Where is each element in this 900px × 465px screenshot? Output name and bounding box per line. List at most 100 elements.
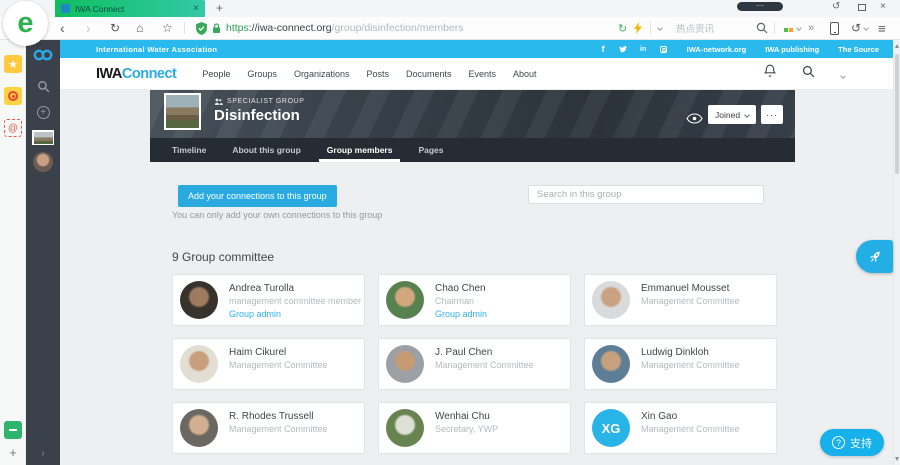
nav-search-icon[interactable] bbox=[802, 65, 815, 83]
menu-item-about[interactable]: About bbox=[513, 69, 537, 79]
security-shield-icon[interactable] bbox=[196, 17, 207, 39]
share-rocket-button[interactable] bbox=[856, 240, 893, 273]
mobile-phone-icon[interactable] bbox=[830, 17, 839, 39]
menu-item-posts[interactable]: Posts bbox=[366, 69, 389, 79]
menu-item-events[interactable]: Events bbox=[469, 69, 497, 79]
member-name[interactable]: Xin Gao bbox=[641, 411, 677, 422]
group-logo[interactable] bbox=[164, 93, 201, 130]
favorites-star-icon[interactable]: ★ bbox=[4, 55, 22, 73]
tab-pages[interactable]: Pages bbox=[418, 138, 443, 162]
menu-item-people[interactable]: People bbox=[202, 69, 230, 79]
menu-item-organizations[interactable]: Organizations bbox=[294, 69, 350, 79]
member-avatar[interactable] bbox=[180, 281, 218, 319]
forward-icon[interactable]: › bbox=[86, 17, 91, 39]
member-name[interactable]: R. Rhodes Trussell bbox=[229, 411, 313, 422]
add-sidebar-item-icon[interactable]: + bbox=[4, 443, 22, 461]
weibo-icon[interactable] bbox=[4, 87, 22, 105]
member-avatar[interactable] bbox=[592, 281, 630, 319]
browser-tab-active[interactable]: IWA Connect × bbox=[55, 0, 205, 17]
window-close-icon[interactable]: × bbox=[880, 1, 886, 12]
group-admin-link[interactable]: Group admin bbox=[229, 309, 281, 319]
apps-chevron-icon[interactable] bbox=[797, 17, 801, 39]
member-avatar[interactable] bbox=[386, 281, 424, 319]
back-icon[interactable]: ‹ bbox=[60, 17, 65, 39]
address-url[interactable]: https://iwa-connect.org/group/disinfecti… bbox=[226, 17, 464, 39]
member-name[interactable]: Andrea Turolla bbox=[229, 283, 294, 294]
mention-at-icon[interactable]: @ bbox=[4, 119, 22, 137]
bookmark-star-icon[interactable]: ☆ bbox=[162, 17, 173, 39]
page-scrollbar[interactable] bbox=[893, 40, 900, 465]
member-avatar[interactable] bbox=[180, 409, 218, 447]
rail-search-icon[interactable] bbox=[26, 80, 60, 93]
notes-icon[interactable] bbox=[4, 421, 22, 439]
browser-menu-logo[interactable]: e bbox=[3, 1, 48, 46]
member-name[interactable]: Wenhai Chu bbox=[435, 411, 490, 422]
instagram-icon[interactable] bbox=[659, 46, 668, 53]
tab-close-icon[interactable]: × bbox=[193, 4, 199, 14]
rail-collapse-icon[interactable]: › bbox=[26, 448, 60, 459]
member-name[interactable]: J. Paul Chen bbox=[435, 347, 492, 358]
group-admin-link[interactable]: Group admin bbox=[435, 309, 487, 319]
menu-item-documents[interactable]: Documents bbox=[406, 69, 452, 79]
twitter-icon[interactable] bbox=[619, 46, 628, 53]
member-avatar[interactable] bbox=[386, 345, 424, 383]
topbar-link-network[interactable]: IWA-network.org bbox=[687, 45, 747, 54]
site-logo[interactable]: IWAConnect bbox=[96, 66, 176, 82]
member-name[interactable]: Chao Chen bbox=[435, 283, 486, 294]
scrollbar-up-arrow[interactable] bbox=[895, 44, 899, 48]
member-name[interactable]: Ludwig Dinkloh bbox=[641, 347, 709, 358]
member-card[interactable]: Ludwig Dinkloh Management Committee bbox=[584, 338, 777, 390]
watch-eye-icon[interactable] bbox=[686, 111, 703, 129]
topbar-link-publishing[interactable]: IWA publishing bbox=[765, 45, 819, 54]
linkedin-icon[interactable]: in bbox=[639, 46, 648, 53]
tab-group-members[interactable]: Group members bbox=[327, 138, 393, 162]
menu-icon[interactable]: ≡ bbox=[878, 17, 886, 39]
undo-chevron-icon[interactable] bbox=[864, 17, 868, 39]
member-card[interactable]: Wenhai Chu Secretary, YWP bbox=[378, 402, 571, 454]
topbar-link-source[interactable]: The Source bbox=[838, 45, 879, 54]
member-card[interactable]: Haim Cikurel Management Committee bbox=[172, 338, 365, 390]
window-restore-icon[interactable]: ↺ bbox=[832, 1, 840, 12]
home-icon[interactable]: ⌂ bbox=[136, 17, 143, 39]
tab-timeline[interactable]: Timeline bbox=[172, 138, 206, 162]
member-card[interactable]: Andrea Turolla management committee memb… bbox=[172, 274, 365, 326]
lightning-icon[interactable] bbox=[634, 17, 642, 39]
member-card[interactable]: Chao Chen Chairman Group admin bbox=[378, 274, 571, 326]
member-name[interactable]: Emmanuel Mousset bbox=[641, 283, 729, 294]
window-maximize-icon[interactable] bbox=[858, 4, 866, 11]
hot-search-suggestion[interactable]: 热点资讯 bbox=[676, 17, 714, 39]
group-search-input[interactable] bbox=[528, 185, 764, 204]
joined-button[interactable]: Joined bbox=[708, 105, 756, 124]
more-extensions-icon[interactable]: » bbox=[808, 17, 814, 39]
scrollbar-down-arrow[interactable] bbox=[895, 457, 899, 461]
scrollbar-thumb[interactable] bbox=[895, 54, 899, 174]
member-name[interactable]: Haim Cikurel bbox=[229, 347, 286, 358]
iwa-connect-logo-icon[interactable] bbox=[26, 49, 60, 61]
user-avatar[interactable] bbox=[26, 152, 60, 172]
rail-add-icon[interactable]: + bbox=[26, 106, 60, 119]
support-button[interactable]: ? 支持 bbox=[820, 429, 884, 456]
member-avatar[interactable]: XG bbox=[592, 409, 630, 447]
auto-refresh-icon[interactable]: ↻ bbox=[618, 17, 627, 39]
member-avatar[interactable] bbox=[592, 345, 630, 383]
search-icon[interactable] bbox=[756, 17, 768, 39]
menu-item-groups[interactable]: Groups bbox=[247, 69, 277, 79]
refresh-icon[interactable]: ↻ bbox=[110, 17, 120, 39]
profile-menu-chevron-icon[interactable] bbox=[841, 65, 845, 83]
member-avatar[interactable] bbox=[180, 345, 218, 383]
add-connections-button[interactable]: Add your connections to this group bbox=[178, 185, 337, 207]
undo-icon[interactable]: ↺ bbox=[851, 17, 861, 39]
facebook-icon[interactable]: f bbox=[599, 44, 608, 54]
recorder-pill[interactable]: ⋯ bbox=[737, 2, 783, 11]
dropdown-chevron-icon[interactable] bbox=[658, 17, 662, 39]
tab-about-this-group[interactable]: About this group bbox=[232, 138, 300, 162]
new-tab-button[interactable]: + bbox=[216, 1, 223, 15]
more-options-button[interactable]: ··· bbox=[761, 105, 783, 124]
member-card[interactable]: Emmanuel Mousset Management Committee bbox=[584, 274, 777, 326]
member-avatar[interactable] bbox=[386, 409, 424, 447]
group-logo-thumbnail[interactable] bbox=[26, 130, 60, 145]
notifications-bell-icon[interactable] bbox=[764, 64, 776, 83]
member-card[interactable]: J. Paul Chen Management Committee bbox=[378, 338, 571, 390]
member-card[interactable]: XG Xin Gao Management Committee bbox=[584, 402, 777, 454]
member-card[interactable]: R. Rhodes Trussell Management Committee bbox=[172, 402, 365, 454]
